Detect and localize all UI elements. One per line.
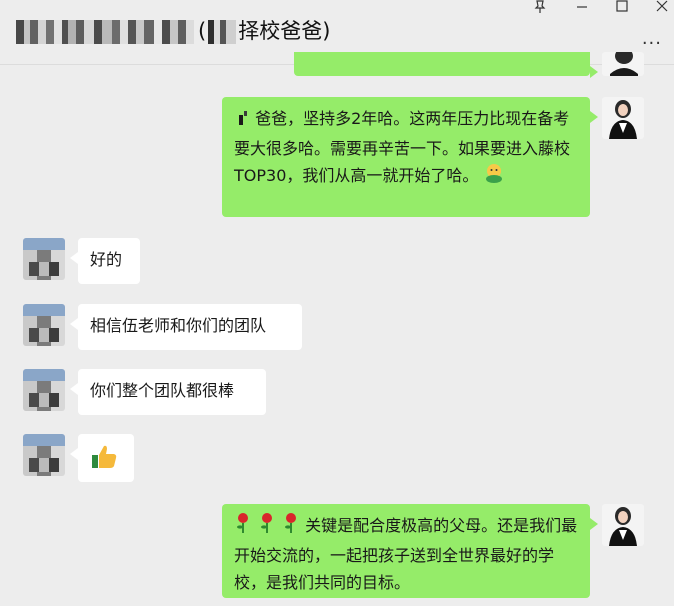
title-pixelated-name: [16, 20, 194, 44]
avatar-self-partial: [602, 52, 644, 76]
title-pixelated-fragment: [208, 20, 237, 44]
avatar-other: [23, 434, 65, 476]
message-bubble-in-4: 你们整个团队都很棒: [70, 369, 266, 415]
pin-icon[interactable]: [528, 0, 552, 18]
title-suffix: 择校爸爸): [238, 19, 331, 43]
message-text-4: 你们整个团队都很棒: [90, 381, 235, 400]
message-text-3: 相信伍老师和你们的团队: [90, 316, 267, 335]
message-bubble-partial: [294, 52, 598, 78]
message-text-1: 爸爸，坚持多2年哈。这两年压力比现在备考要大很多哈。需要再辛苦一下。如果要进入藤…: [234, 109, 571, 185]
maximize-icon[interactable]: [610, 0, 634, 18]
avatar-other: [23, 369, 65, 411]
more-options-button[interactable]: ...: [642, 28, 662, 49]
message-bubble-out-1: 爸爸，坚持多2年哈。这两年压力比现在备考要大很多哈。需要再辛苦一下。如果要进入藤…: [222, 97, 598, 217]
message-text-2: 好的: [90, 250, 123, 269]
avatar-self: [602, 504, 644, 546]
message-bubble-in-3: 相信伍老师和你们的团队: [70, 304, 302, 350]
thumbs-up-emoji-icon: [90, 445, 118, 474]
avatar-other: [23, 238, 65, 280]
message-bubble-in-5: [70, 434, 134, 482]
hug-emoji-icon: [483, 162, 505, 192]
avatar-other: [23, 304, 65, 346]
rose-emoji-icon: [234, 512, 300, 542]
message-bubble-in-2: 好的: [70, 238, 140, 284]
chat-title: ( 择校爸爸): [16, 15, 330, 45]
message-bubble-out-6: 关键是配合度极高的父母。还是我们最开始交流的，一起把孩子送到全世界最好的学校，是…: [222, 504, 598, 598]
title-paren: (: [198, 19, 207, 43]
minimize-icon[interactable]: [570, 0, 594, 18]
avatar-self: [602, 97, 644, 139]
writing-hand-emoji-icon: [234, 108, 250, 135]
close-icon[interactable]: [650, 0, 674, 18]
